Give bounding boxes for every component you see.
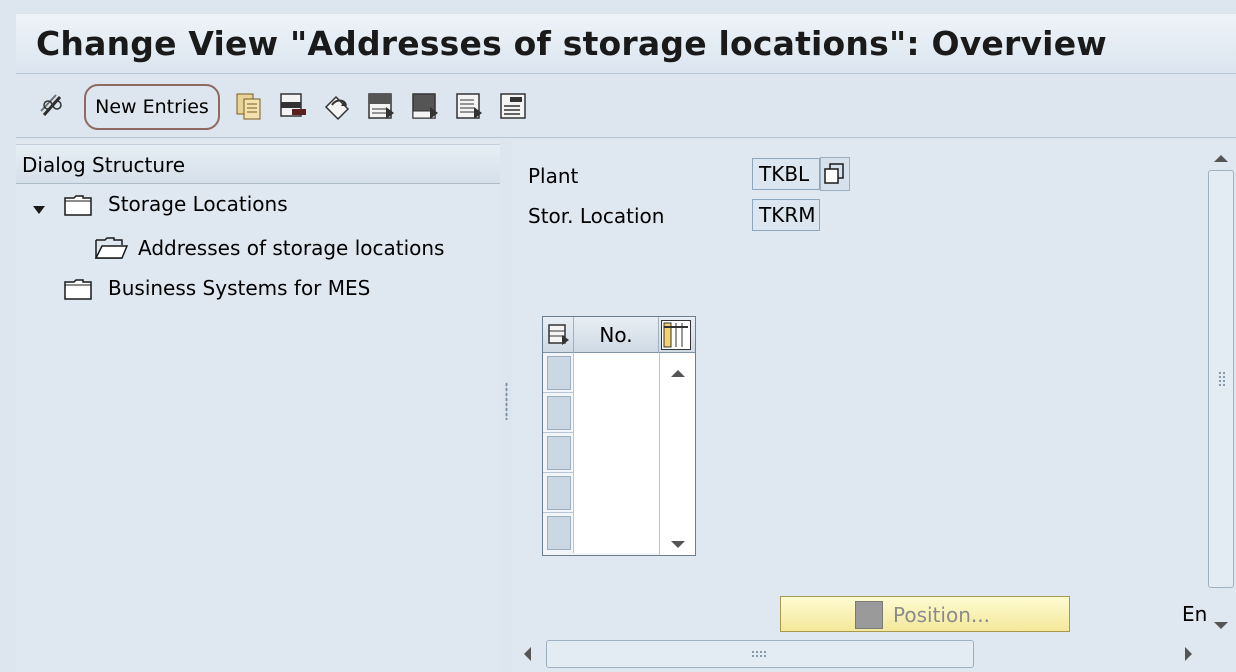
table-row[interactable] <box>543 393 659 433</box>
copy-icon[interactable] <box>234 91 264 121</box>
table-cell-no[interactable] <box>573 513 659 553</box>
table-row[interactable] <box>543 353 659 393</box>
position-button-label: Position... <box>893 603 990 627</box>
grip-icon <box>1218 371 1226 387</box>
scroll-down-icon[interactable] <box>670 535 686 554</box>
pencil-glasses-icon[interactable] <box>38 91 68 121</box>
tree-item-business-systems[interactable]: Business Systems for MES <box>16 268 500 308</box>
scroll-up-icon[interactable] <box>1213 148 1229 167</box>
table-row[interactable] <box>543 473 659 513</box>
entries-table: No. <box>542 316 696 556</box>
table-cell-no[interactable] <box>573 393 659 433</box>
select-block-icon[interactable] <box>410 91 440 121</box>
row-selector[interactable] <box>547 396 571 430</box>
grip-icon <box>751 650 767 658</box>
tree-item-label: Addresses of storage locations <box>138 236 445 260</box>
splitter-grip-icon <box>505 382 508 420</box>
vertical-scroll-thumb[interactable] <box>1208 170 1234 588</box>
table-header: No. <box>543 317 695 353</box>
tree-item-label: Storage Locations <box>108 192 288 216</box>
column-header-no[interactable]: No. <box>573 317 659 353</box>
new-entries-button[interactable]: New Entries <box>84 84 220 130</box>
table-cell-no[interactable] <box>573 433 659 473</box>
position-icon <box>855 601 883 629</box>
expand-triangle-icon[interactable] <box>32 200 46 219</box>
table-row[interactable] <box>543 513 659 553</box>
stor-location-label: Stor. Location <box>528 204 665 228</box>
folder-icon <box>64 278 92 304</box>
dialog-structure-title: Dialog Structure <box>22 153 186 177</box>
table-scrollbar[interactable] <box>659 353 695 555</box>
tree-item-addresses[interactable]: Addresses of storage locations <box>16 224 500 264</box>
dialog-structure-header: Dialog Structure <box>16 144 500 184</box>
scroll-down-icon[interactable] <box>1213 616 1229 635</box>
panel-splitter[interactable] <box>500 140 512 672</box>
dialog-structure-panel: Dialog Structure Storage Locations Addre… <box>16 140 500 672</box>
deselect-all-icon[interactable] <box>454 91 484 121</box>
stor-location-field[interactable]: TKRM <box>752 199 820 231</box>
row-selector[interactable] <box>547 516 571 550</box>
column-settings-icon[interactable] <box>661 320 691 350</box>
column-header-label: No. <box>599 323 633 347</box>
scroll-right-icon[interactable] <box>1184 646 1194 666</box>
copy-value-icon <box>824 163 844 184</box>
toolbar: New Entries <box>16 74 1236 138</box>
entry-text: En <box>1182 602 1208 626</box>
plant-field[interactable]: TKBL <box>752 158 820 190</box>
scroll-up-icon[interactable] <box>670 363 686 382</box>
row-selector[interactable] <box>547 356 571 390</box>
tree-item-label: Business Systems for MES <box>108 276 371 300</box>
row-selector[interactable] <box>547 476 571 510</box>
value-help-button[interactable] <box>820 157 850 191</box>
scroll-left-icon[interactable] <box>522 646 532 666</box>
print-icon[interactable] <box>498 91 528 121</box>
delete-icon[interactable] <box>278 91 308 121</box>
detail-panel: Plant TKBL Stor. Location TKRM No. Posit… <box>512 140 1236 672</box>
horizontal-scrollbar[interactable] <box>512 636 1206 672</box>
open-folder-icon <box>94 236 129 264</box>
table-cell-no[interactable] <box>573 353 659 393</box>
title-bar: Change View "Addresses of storage locati… <box>16 14 1236 74</box>
select-rows-icon[interactable] <box>547 323 571 351</box>
row-selector[interactable] <box>547 436 571 470</box>
select-all-icon[interactable] <box>366 91 396 121</box>
tree-item-storage-locations[interactable]: Storage Locations <box>16 184 500 224</box>
table-row[interactable] <box>543 433 659 473</box>
plant-label: Plant <box>528 164 579 188</box>
folder-icon <box>64 194 92 220</box>
vertical-scrollbar[interactable] <box>1206 140 1236 629</box>
position-button[interactable]: Position... <box>780 596 1070 632</box>
undo-icon[interactable] <box>322 91 352 121</box>
table-cell-no[interactable] <box>573 473 659 513</box>
page-title: Change View "Addresses of storage locati… <box>36 24 1107 63</box>
horizontal-scroll-thumb[interactable] <box>546 640 974 668</box>
